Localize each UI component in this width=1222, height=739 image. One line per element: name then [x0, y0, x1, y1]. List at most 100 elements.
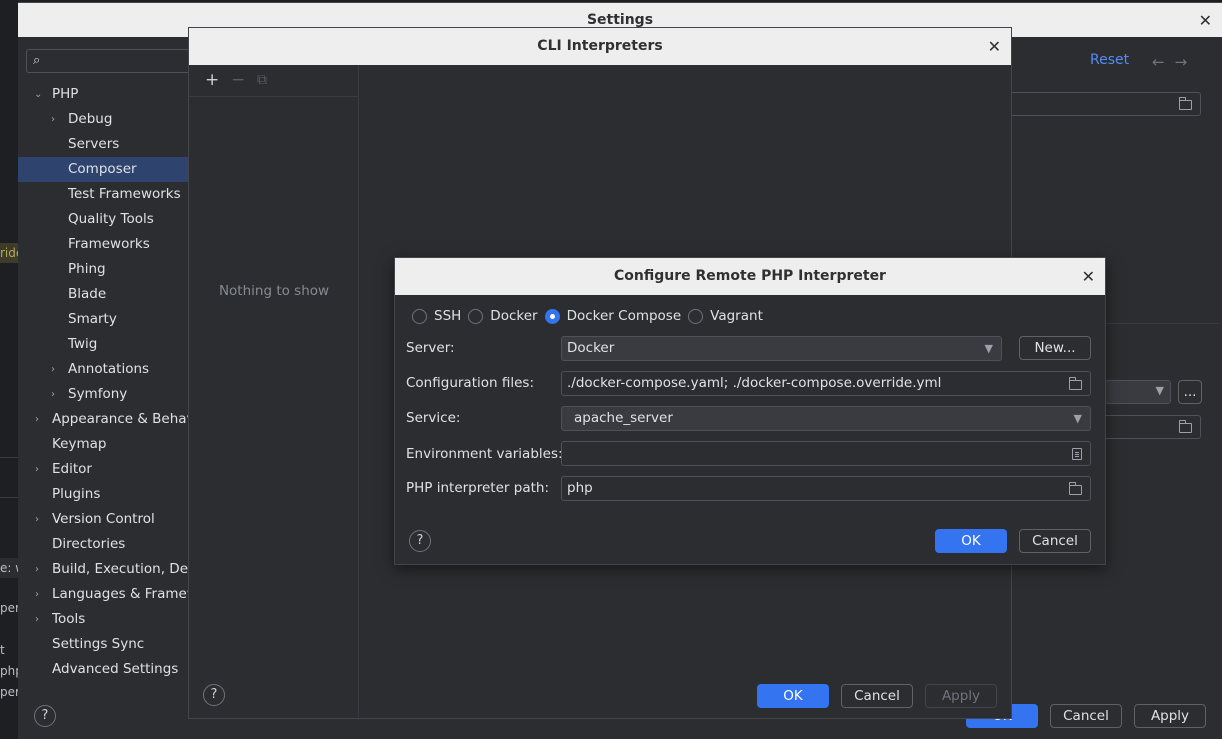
php-path-field[interactable]: php [561, 476, 1091, 501]
folder-icon[interactable] [1068, 478, 1082, 500]
nav-arrows[interactable]: ←→ [1152, 53, 1197, 71]
radio-indicator[interactable] [412, 308, 427, 324]
tree-item-php[interactable]: ⌄ PHP [18, 82, 190, 107]
tree-item-build-execution[interactable]: › Build, Execution, Deployment [18, 557, 252, 582]
tree-item-advanced-settings[interactable]: Advanced Settings [18, 657, 190, 682]
php-path-label: PHP interpreter path: [406, 480, 549, 496]
settings-tree: ⌄ PHP › Debug Servers Composer Test Fram… [18, 82, 252, 682]
tree-item-settings-sync[interactable]: Settings Sync [18, 632, 190, 657]
close-icon[interactable]: ✕ [1082, 267, 1095, 286]
chevron-right-icon[interactable]: › [35, 407, 39, 432]
configure-remote-dialog: Configure Remote PHP Interpreter ✕ SSH D… [394, 257, 1106, 565]
tree-item-tools[interactable]: › Tools [18, 607, 190, 632]
chevron-right-icon[interactable]: › [35, 607, 39, 632]
cli-apply-button[interactable]: Apply [925, 684, 997, 708]
service-label: Service: [406, 410, 461, 426]
chevron-right-icon[interactable]: › [51, 107, 55, 132]
folder-icon[interactable] [1178, 420, 1192, 435]
tree-item-twig[interactable]: Twig [18, 332, 190, 357]
interpreters-list: + − ⧉ Nothing to show [189, 65, 359, 720]
env-vars-field[interactable] [561, 441, 1091, 466]
chevron-right-icon[interactable]: › [35, 457, 39, 482]
tree-item-symfony[interactable]: › Symfony [18, 382, 190, 407]
search-icon: ⌕ [33, 53, 41, 68]
chevron-right-icon[interactable]: › [35, 557, 39, 582]
cli-ok-button[interactable]: OK [757, 684, 829, 708]
remove-icon[interactable]: − [231, 70, 245, 90]
reset-link[interactable]: Reset [1090, 52, 1129, 68]
empty-list-text: Nothing to show [218, 283, 330, 299]
radio-indicator[interactable] [688, 308, 704, 324]
remote-ok-button[interactable]: OK [935, 529, 1007, 553]
tree-item-annotations[interactable]: › Annotations [18, 357, 190, 382]
folder-icon[interactable] [1068, 373, 1082, 395]
tree-item-frameworks[interactable]: Frameworks [18, 232, 190, 257]
env-vars-label: Environment variables: [406, 446, 563, 462]
tree-item-quality-tools[interactable]: Quality Tools [18, 207, 190, 232]
tree-item-plugins[interactable]: Plugins [18, 482, 190, 507]
tree-item-languages[interactable]: › Languages & Frameworks [18, 582, 227, 607]
close-icon[interactable]: ✕ [1199, 11, 1212, 30]
server-label: Server: [406, 340, 455, 356]
chevron-down-icon: ▼ [1073, 412, 1082, 425]
back-arrow-icon[interactable]: ← [1152, 53, 1175, 71]
tree-item-composer[interactable]: Composer [18, 157, 190, 182]
background-editor: ride e: w per t php per [0, 0, 18, 739]
chevron-right-icon[interactable]: › [51, 357, 55, 382]
tree-item-version-control[interactable]: › Version Control [18, 507, 190, 532]
editor-fragment: ride [0, 243, 18, 263]
help-icon[interactable]: ? [409, 530, 431, 552]
tree-item-debug[interactable]: › Debug [18, 107, 190, 132]
new-server-button[interactable]: New... [1019, 336, 1091, 360]
editor-fragment: per [0, 685, 18, 699]
tree-item-blade[interactable]: Blade [18, 282, 190, 307]
list-toolbar: + − ⧉ [189, 65, 358, 97]
cli-title: CLI Interpreters [189, 28, 1011, 65]
radio-docker-compose[interactable]: Docker Compose [544, 308, 681, 324]
edit-list-icon[interactable] [1072, 443, 1082, 465]
remote-cancel-button[interactable]: Cancel [1019, 529, 1091, 553]
editor-fragment: per [0, 601, 18, 615]
tree-item-keymap[interactable]: Keymap [18, 432, 190, 457]
editor-fragment: t [0, 643, 5, 657]
divider [0, 457, 18, 458]
chevron-right-icon[interactable]: › [51, 382, 55, 407]
forward-arrow-icon[interactable]: → [1175, 53, 1198, 71]
more-button[interactable]: ... [1178, 380, 1202, 404]
editor-fragment: php [0, 664, 18, 678]
close-icon[interactable]: ✕ [988, 37, 1001, 56]
tree-item-test-frameworks[interactable]: Test Frameworks [18, 182, 190, 207]
radio-indicator[interactable] [544, 308, 560, 324]
chevron-right-icon[interactable]: › [35, 582, 39, 607]
tree-item-phing[interactable]: Phing [18, 257, 190, 282]
divider [0, 497, 18, 498]
composer-path-field[interactable] [1010, 92, 1201, 116]
copy-icon[interactable]: ⧉ [257, 72, 267, 88]
tree-item-appearance[interactable]: › Appearance & Behavior [18, 407, 212, 432]
radio-vagrant[interactable]: Vagrant [688, 308, 763, 324]
chevron-right-icon[interactable]: › [35, 507, 39, 532]
remote-title: Configure Remote PHP Interpreter [395, 258, 1105, 295]
add-icon[interactable]: + [205, 70, 219, 90]
config-files-field[interactable]: ./docker-compose.yaml; ./docker-compose.… [561, 371, 1091, 396]
chevron-down-icon: ▼ [984, 342, 993, 355]
radio-docker[interactable]: Docker [468, 308, 538, 324]
settings-apply-button[interactable]: Apply [1134, 704, 1206, 728]
tree-item-smarty[interactable]: Smarty [18, 307, 190, 332]
help-icon[interactable]: ? [203, 684, 225, 706]
chevron-down-icon[interactable]: ⌄ [34, 82, 42, 107]
tree-item-servers[interactable]: Servers [18, 132, 190, 157]
service-select[interactable]: apache_server ▼ [561, 406, 1091, 431]
help-icon[interactable]: ? [34, 705, 56, 727]
settings-search-input[interactable]: ⌕ [26, 49, 206, 73]
editor-fragment: e: w [0, 558, 18, 578]
tree-item-editor[interactable]: › Editor [18, 457, 190, 482]
radio-ssh[interactable]: SSH [412, 308, 461, 324]
settings-cancel-button[interactable]: Cancel [1050, 704, 1122, 728]
radio-indicator[interactable] [468, 308, 484, 324]
config-files-label: Configuration files: [406, 375, 534, 391]
server-select[interactable]: Docker ▼ [561, 336, 1002, 361]
folder-icon[interactable] [1178, 97, 1192, 112]
cli-cancel-button[interactable]: Cancel [841, 684, 913, 708]
tree-item-directories[interactable]: Directories [18, 532, 190, 557]
